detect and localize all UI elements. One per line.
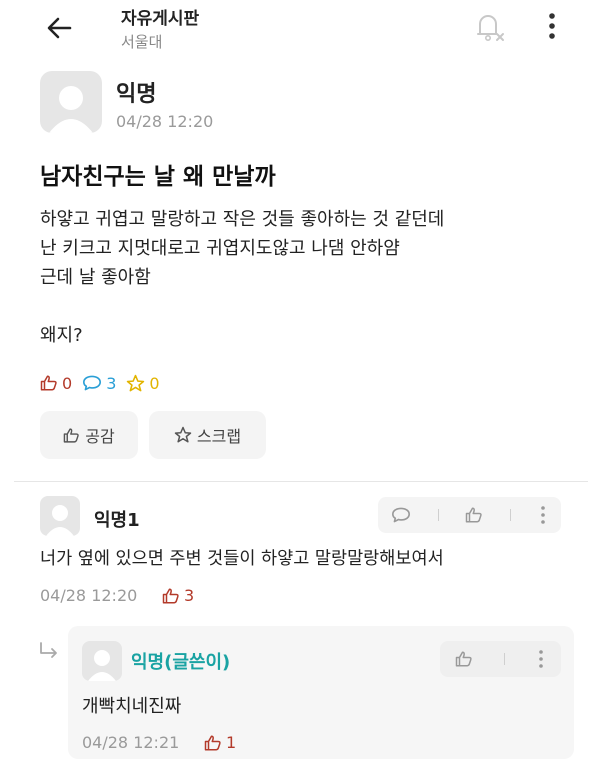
separator: [503, 653, 505, 665]
back-arrow-icon[interactable]: [44, 12, 76, 44]
thumbs-up-icon[interactable]: [455, 650, 473, 668]
thumbs-up-icon: [63, 427, 80, 443]
more-vertical-icon[interactable]: [540, 10, 564, 44]
like-button[interactable]: 공감: [40, 411, 138, 459]
post-stats: 0 3 0: [40, 372, 170, 394]
post-body-line: [40, 292, 444, 321]
bell-off-icon[interactable]: [470, 8, 506, 44]
divider: [14, 481, 588, 482]
thumbs-up-icon[interactable]: [465, 506, 483, 524]
separator: [437, 509, 439, 521]
post-body-line: 근데 날 좋아함: [40, 267, 151, 288]
post-author: 익명: [116, 82, 157, 107]
scrap-count: 0: [126, 374, 160, 393]
reply-actions: [440, 641, 561, 677]
like-button-label: 공감: [85, 427, 115, 446]
comment-icon: [83, 375, 102, 391]
board-title: 자유게시판: [121, 9, 200, 29]
comment-time: 04/28 12:20: [40, 586, 138, 605]
more-vertical-icon[interactable]: [538, 505, 548, 525]
avatar: [40, 496, 80, 536]
star-icon: [127, 374, 145, 391]
post-time: 04/28 12:20: [116, 112, 214, 131]
post-body-line: 하얗고 귀엽고 말랑하고 작은 것들 좋아하는 것 같던데: [40, 209, 445, 230]
reply-text: 개빡치네진짜: [82, 696, 182, 717]
reply-time: 04/28 12:21: [82, 733, 180, 752]
thumbs-up-icon: [40, 375, 57, 391]
thumbs-up-icon: [204, 735, 221, 750]
reply-author: 익명(글쓴이): [131, 652, 231, 673]
like-count: 0: [40, 374, 72, 393]
avatar: [40, 71, 102, 133]
post-body-line: 왜지?: [40, 325, 83, 346]
comment-like-count: 3: [162, 586, 194, 605]
comment-text: 너가 옆에 있으면 주변 것들이 하얗고 말랑말랑해보여서: [40, 549, 444, 569]
avatar: [82, 641, 122, 681]
reply-icon[interactable]: [391, 506, 411, 524]
comment-actions: [378, 497, 561, 533]
post-body-line: 난 키크고 지멋대로고 귀엽지도않고 나댐 안하얌: [40, 238, 400, 259]
star-icon: [174, 426, 192, 443]
post-body: 하얗고 귀엽고 말랑하고 작은 것들 좋아하는 것 같던데 난 키크고 지멋대로…: [40, 205, 444, 350]
scrap-button-label: 스크랩: [196, 427, 242, 446]
separator: [510, 509, 512, 521]
thumbs-up-icon: [162, 588, 179, 603]
reply-arrow-icon: [38, 640, 60, 662]
scrap-button[interactable]: 스크랩: [149, 411, 266, 459]
board-subtitle: 서울대: [121, 33, 163, 51]
comment-author: 익명1: [94, 510, 140, 531]
comment-count: 3: [82, 374, 116, 393]
post-title: 남자친구는 날 왜 만날까: [40, 164, 276, 190]
reply-like-count: 1: [204, 733, 236, 752]
more-vertical-icon[interactable]: [536, 649, 546, 669]
